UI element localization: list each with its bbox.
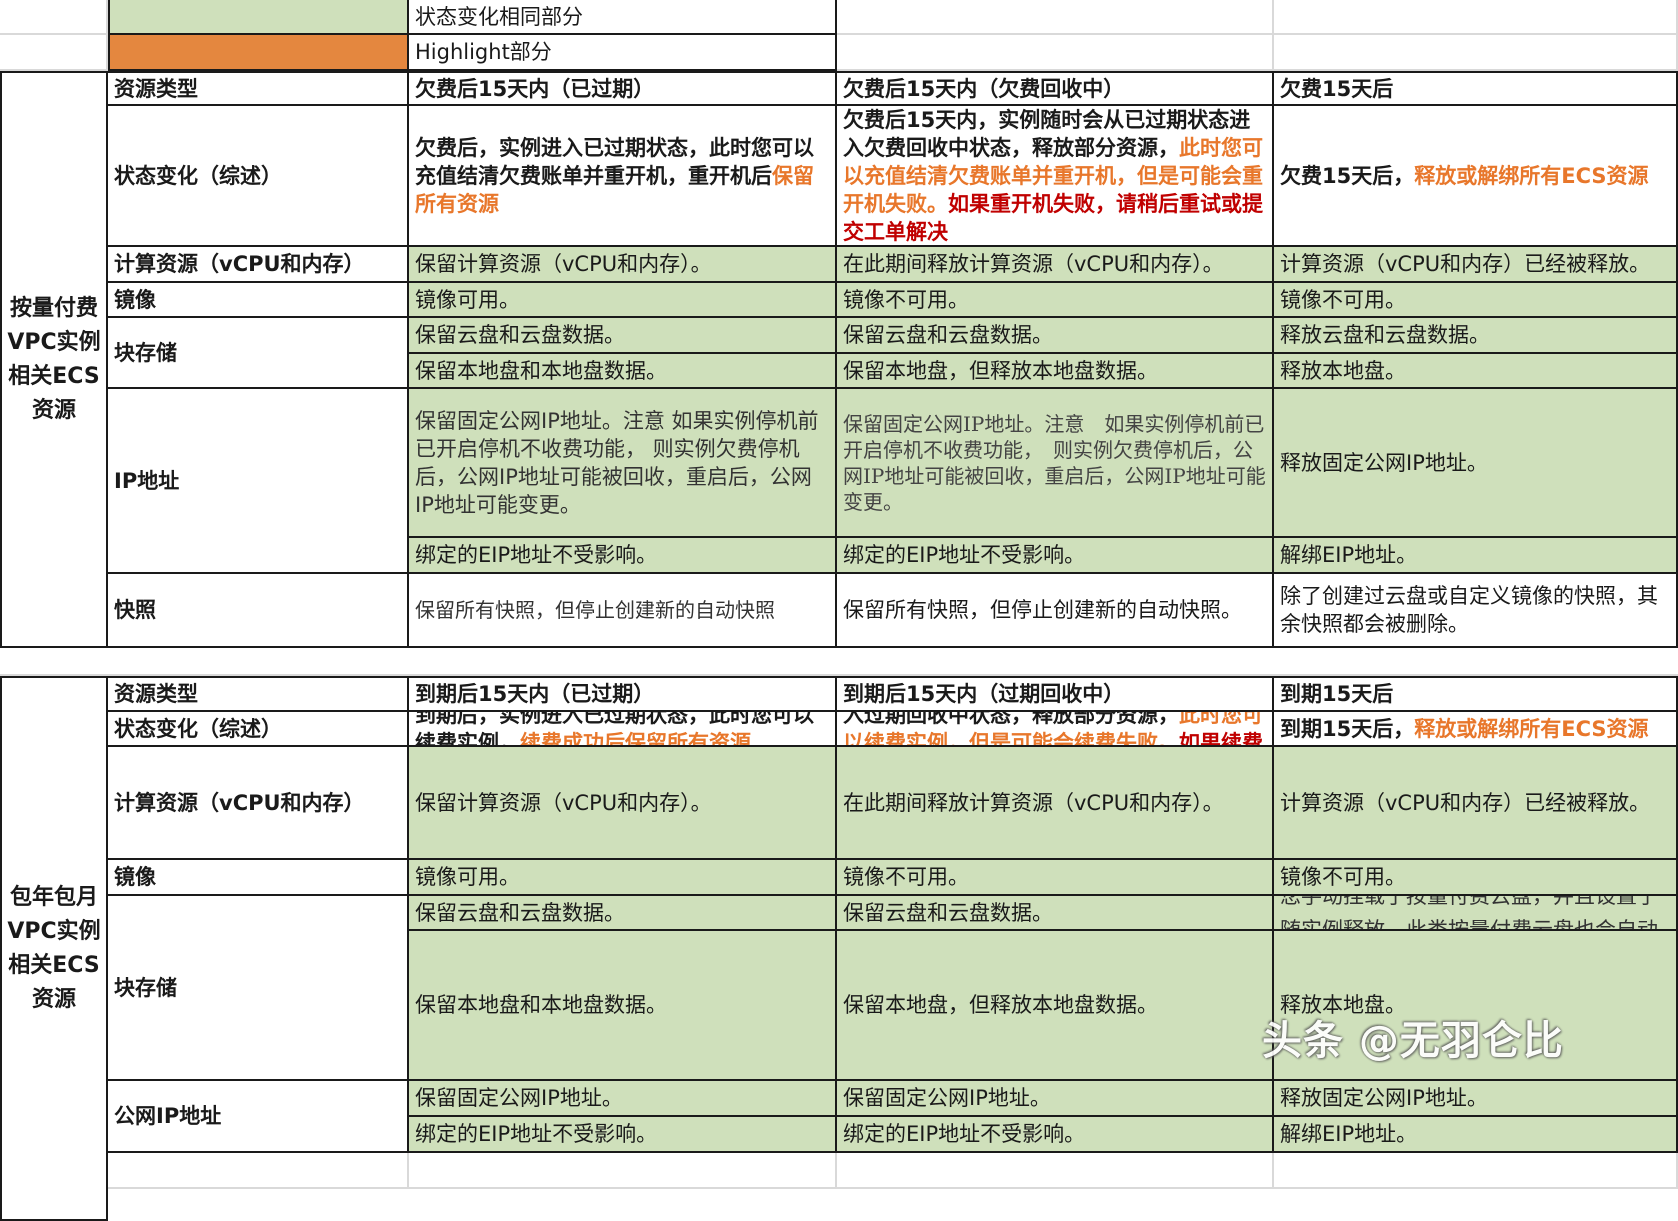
compute-cell-1: 保留计算资源（vCPU和内存）。 <box>409 747 837 860</box>
eip-cell-3: 解绑EIP地址。 <box>1274 1117 1678 1153</box>
row-label-status: 状态变化（综述） <box>108 712 409 747</box>
local-disk-cell-2: 保留本地盘，但释放本地盘数据。 <box>837 354 1274 389</box>
ip-cell-3: 释放固定公网IP地址。 <box>1274 389 1678 538</box>
block-cell-2: 保留云盘和云盘数据。 <box>837 318 1274 354</box>
group-label-subscription: 包年包月VPC实例相关ECS资源 <box>0 676 108 1221</box>
ip-cell-2: 保留固定公网IP地址。注意 如果实例停机前已开启停机不收费功能， 则实例欠费停机… <box>837 389 1274 538</box>
row-label-public-ip: 公网IP地址 <box>108 1081 409 1153</box>
snapshot-cell-1: 保留所有快照，但停止创建新的自动快照 <box>409 574 837 648</box>
snapshot-cell-2: 保留所有快照，但停止创建新的自动快照。 <box>837 574 1274 648</box>
status-cell-1: 到期后，实例进入已过期状态，此时您可以续费实例，续费成功后保留所有资源 <box>409 712 837 747</box>
legend-swatch-green <box>108 0 409 35</box>
empty-cell <box>0 35 108 71</box>
legend-label-green: 状态变化相同部分 <box>409 0 837 35</box>
status-highlight: 释放或解绑所有ECS资源 <box>1414 163 1649 188</box>
empty-cell <box>1274 1153 1678 1189</box>
header-col-2: 欠费后15天内（欠费回收中） <box>837 71 1274 106</box>
header-resource-type: 资源类型 <box>108 71 409 106</box>
status-cell-2: 到期后15天内，实例随时会从已过期状态进入过期回收中状态，释放部分资源，此时您可… <box>837 712 1274 747</box>
row-label-compute: 计算资源（vCPU和内存） <box>108 247 409 283</box>
local-disk-cell-1: 保留本地盘和本地盘数据。 <box>409 931 837 1081</box>
header-col-3: 欠费15天后 <box>1274 71 1678 106</box>
status-highlight: 释放或解绑所有ECS资源 <box>1414 716 1649 741</box>
compute-cell-3: 计算资源（vCPU和内存）已经被释放。 <box>1274 747 1678 860</box>
watermark: 头条 @无羽仑比 <box>1262 1018 1564 1064</box>
ip-cell-2: 保留固定公网IP地址。 <box>837 1081 1274 1117</box>
local-disk-cell-3: 释放本地盘。 <box>1274 354 1678 389</box>
local-disk-cell-2: 保留本地盘，但释放本地盘数据。 <box>837 931 1274 1081</box>
image-cell-1: 镜像可用。 <box>409 860 837 896</box>
image-cell-1: 镜像可用。 <box>409 283 837 318</box>
snapshot-cell-3: 除了创建过云盘或自定义镜像的快照，其余快照都会被删除。 <box>1274 574 1678 648</box>
status-text: 欠费15天后， <box>1280 163 1415 188</box>
block-cell-3: 释放云盘和云盘数据。 <box>1274 318 1678 354</box>
eip-cell-1: 绑定的EIP地址不受影响。 <box>409 1117 837 1153</box>
empty-cell <box>1274 35 1678 71</box>
eip-cell-2: 绑定的EIP地址不受影响。 <box>837 1117 1274 1153</box>
header-col-1: 欠费后15天内（已过期） <box>409 71 837 106</box>
ip-cell-3: 释放固定公网IP地址。 <box>1274 1081 1678 1117</box>
empty-cell <box>1274 0 1678 35</box>
row-label-image: 镜像 <box>108 860 409 896</box>
row-label-snapshot: 快照 <box>108 574 409 648</box>
empty-cell <box>837 0 1274 35</box>
status-cell-3: 到期15天后，释放或解绑所有ECS资源 <box>1274 712 1678 747</box>
image-cell-2: 镜像不可用。 <box>837 860 1274 896</box>
row-label-status: 状态变化（综述） <box>108 106 409 247</box>
status-text: 到期15天后， <box>1280 716 1415 741</box>
status-cell-2: 欠费后15天内，实例随时会从已过期状态进入欠费回收中状态，释放部分资源，此时您可… <box>837 106 1274 247</box>
compute-cell-3: 计算资源（vCPU和内存）已经被释放。 <box>1274 247 1678 283</box>
comparison-table: 状态变化相同部分 Highlight部分 按量付费VPC实例相关ECS资源 资源… <box>0 0 1678 1221</box>
status-cell-3: 欠费15天后，释放或解绑所有ECS资源 <box>1274 106 1678 247</box>
block-cell-2: 保留云盘和云盘数据。 <box>837 896 1274 931</box>
header-col-3: 到期15天后 <box>1274 676 1678 712</box>
eip-cell-1: 绑定的EIP地址不受影响。 <box>409 538 837 574</box>
compute-cell-2: 在此期间释放计算资源（vCPU和内存）。 <box>837 247 1274 283</box>
empty-cell <box>108 1153 409 1189</box>
legend-label-orange: Highlight部分 <box>409 35 837 71</box>
row-label-ip: IP地址 <box>108 389 409 574</box>
status-text: 欠费后，实例进入已过期状态，此时您可以充值结清欠费账单并重开机，重开机后 <box>415 135 814 188</box>
block-cell-1: 保留云盘和云盘数据。 <box>409 318 837 354</box>
header-resource-type: 资源类型 <box>108 676 409 712</box>
group-label-pay-as-you-go: 按量付费VPC实例相关ECS资源 <box>0 71 108 648</box>
image-cell-3: 镜像不可用。 <box>1274 283 1678 318</box>
header-col-2: 到期后15天内（过期回收中） <box>837 676 1274 712</box>
row-label-block-storage: 块存储 <box>108 318 409 389</box>
empty-cell <box>837 1153 1274 1189</box>
eip-cell-2: 绑定的EIP地址不受影响。 <box>837 538 1274 574</box>
block-cell-1: 保留云盘和云盘数据。 <box>409 896 837 931</box>
ip-cell-1: 保留固定公网IP地址。注意 如果实例停机前已开启停机不收费功能， 则实例欠费停机… <box>409 389 837 538</box>
ip-cell-1: 保留固定公网IP地址。 <box>409 1081 837 1117</box>
empty-cell <box>0 0 108 35</box>
status-highlight: 续费成功后保留所有资源 <box>520 730 751 747</box>
eip-cell-3: 解绑EIP地址。 <box>1274 538 1678 574</box>
row-label-image: 镜像 <box>108 283 409 318</box>
image-cell-3: 镜像不可用。 <box>1274 860 1678 896</box>
status-cell-1: 欠费后，实例进入已过期状态，此时您可以充值结清欠费账单并重开机，重开机后保留所有… <box>409 106 837 247</box>
empty-cell <box>837 35 1274 71</box>
row-label-block-storage: 块存储 <box>108 896 409 1081</box>
empty-cell <box>409 1153 837 1189</box>
header-col-1: 到期后15天内（已过期） <box>409 676 837 712</box>
image-cell-2: 镜像不可用。 <box>837 283 1274 318</box>
spacer-row <box>0 648 1678 676</box>
legend-swatch-orange <box>108 35 409 71</box>
compute-cell-2: 在此期间释放计算资源（vCPU和内存）。 <box>837 747 1274 860</box>
block-cell-3: 释放包年包月云盘和云盘数据。说明 如果您手动挂载了按量付费云盘，并且设置了随实例… <box>1274 896 1678 931</box>
compute-cell-1: 保留计算资源（vCPU和内存）。 <box>409 247 837 283</box>
row-label-compute: 计算资源（vCPU和内存） <box>108 747 409 860</box>
local-disk-cell-1: 保留本地盘和本地盘数据。 <box>409 354 837 389</box>
